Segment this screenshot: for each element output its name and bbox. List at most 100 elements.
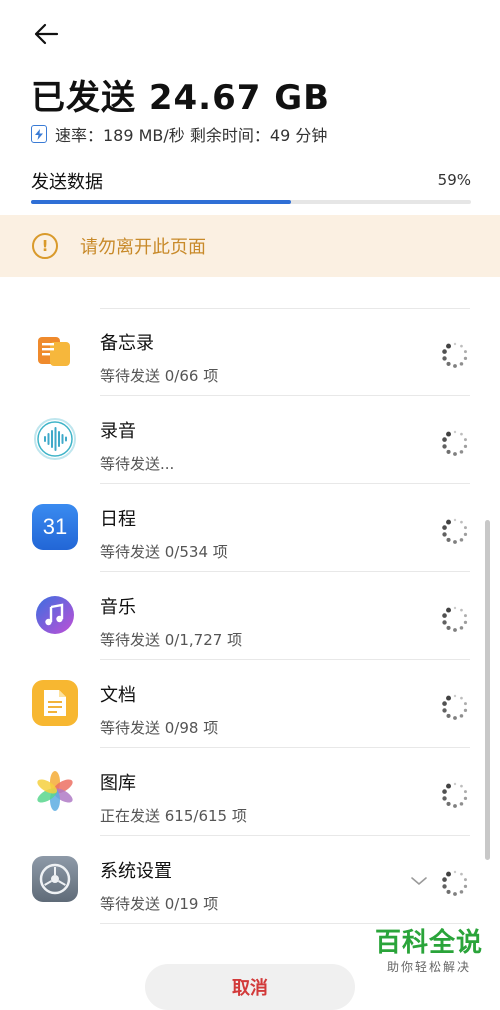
settings-icon xyxy=(32,856,78,902)
item-status: 等待发送 0/19 项 xyxy=(100,895,219,913)
gallery-icon xyxy=(32,768,78,814)
spinner-dot xyxy=(460,872,463,876)
spinner-dot xyxy=(463,438,467,442)
spinner-dot xyxy=(442,701,447,706)
spinner-dot xyxy=(463,878,467,882)
list-item[interactable]: 录音 等待发送... xyxy=(0,396,500,484)
notes-icon xyxy=(32,328,78,374)
loading-spinner-icon xyxy=(442,606,468,632)
spinner-dot xyxy=(442,356,447,361)
list-item[interactable]: 音乐 等待发送 0/1,727 项 xyxy=(0,572,500,660)
spinner-dot xyxy=(463,532,468,537)
spinner-dot xyxy=(442,349,447,354)
progress-label: 发送数据 xyxy=(31,172,103,193)
spinner-dot xyxy=(460,608,463,612)
back-arrow-icon xyxy=(34,23,59,45)
spinner-dot xyxy=(446,695,451,701)
list-item[interactable]: 备忘录 等待发送 0/66 项 xyxy=(0,308,500,396)
spinner-dot xyxy=(459,362,464,366)
speed-remaining-text: 速率：189 MB/秒 剩余时间：49 分钟 xyxy=(55,126,328,145)
spinner-dot xyxy=(446,889,451,894)
spinner-dot xyxy=(446,783,451,789)
spinner-dot xyxy=(442,525,447,530)
item-status: 等待发送 0/534 项 xyxy=(100,543,228,561)
spinner-dot xyxy=(463,620,468,625)
spinner-dot xyxy=(459,538,464,542)
page-title: 已发送 24.67 GB xyxy=(31,78,331,118)
spinner-dot xyxy=(446,519,451,525)
spinner-dot xyxy=(453,540,457,544)
spinner-dot xyxy=(463,526,467,530)
spinner-dot xyxy=(453,716,457,720)
spinner-dot xyxy=(446,537,451,542)
spinner-dot xyxy=(446,713,451,718)
warning-icon: ! xyxy=(32,233,58,259)
spinner-dot xyxy=(460,696,463,700)
item-name: 备忘录 xyxy=(100,333,154,354)
list-item[interactable]: 文档 等待发送 0/98 项 xyxy=(0,660,500,748)
item-status: 等待发送 0/66 项 xyxy=(100,367,219,385)
item-status: 等待发送 0/1,727 项 xyxy=(100,631,243,649)
spinner-dot xyxy=(460,784,463,788)
cancel-button[interactable]: 取消 xyxy=(145,964,355,1010)
progress-fill xyxy=(31,200,291,204)
spinner-dot xyxy=(463,444,468,449)
spinner-dot xyxy=(442,437,447,442)
back-button[interactable] xyxy=(28,16,64,52)
spinner-dot xyxy=(459,450,464,454)
spinner-dot xyxy=(453,364,457,368)
spinner-dot xyxy=(453,870,457,874)
spinner-dot xyxy=(460,432,463,436)
spinner-dot xyxy=(442,884,447,889)
spinner-dot xyxy=(442,708,447,713)
spinner-dot xyxy=(453,804,457,808)
loading-spinner-icon xyxy=(442,694,468,720)
watermark-tagline: 助你轻松解决 xyxy=(387,960,472,974)
spinner-dot xyxy=(459,802,464,806)
spinner-dot xyxy=(453,342,457,346)
item-name: 录音 xyxy=(100,421,136,442)
item-status: 正在发送 615/615 项 xyxy=(100,807,247,825)
item-status: 等待发送 0/98 项 xyxy=(100,719,219,737)
spinner-dot xyxy=(442,613,447,618)
spinner-dot xyxy=(442,620,447,625)
spinner-dot xyxy=(463,614,467,618)
spinner-dot xyxy=(446,431,451,437)
spinner-dot xyxy=(453,518,457,522)
spinner-dot xyxy=(463,884,468,889)
spinner-dot xyxy=(453,452,457,456)
list-item[interactable]: 31 日程 等待发送 0/534 项 xyxy=(0,484,500,572)
calendar-day-text: 31 xyxy=(42,514,68,539)
loading-spinner-icon xyxy=(442,870,468,896)
recorder-icon xyxy=(32,416,78,462)
spinner-dot xyxy=(442,789,447,794)
warning-text: 请勿离开此页面 xyxy=(80,237,206,258)
item-name: 文档 xyxy=(100,685,136,706)
spinner-dot xyxy=(453,628,457,632)
spinner-dot xyxy=(442,877,447,882)
spinner-dot xyxy=(460,344,463,348)
warning-banner: ! 请勿离开此页面 xyxy=(0,215,500,277)
speed-bolt-icon xyxy=(31,125,47,143)
spinner-dot xyxy=(460,520,463,524)
item-name: 音乐 xyxy=(100,597,136,618)
spinner-dot xyxy=(453,782,457,786)
chevron-down-icon[interactable] xyxy=(410,874,428,888)
item-status: 等待发送... xyxy=(100,455,175,473)
music-icon xyxy=(32,592,78,638)
watermark-brand: 百科全说 xyxy=(375,928,484,958)
transfer-meta: 速率：189 MB/秒 剩余时间：49 分钟 xyxy=(31,122,327,146)
spinner-dot xyxy=(453,892,457,896)
spinner-dot xyxy=(453,694,457,698)
spinner-dot xyxy=(459,714,464,718)
watermark-logo: 百科全说 助你轻松解决 xyxy=(375,928,483,975)
scrollbar[interactable] xyxy=(485,520,490,860)
spinner-dot xyxy=(446,361,451,366)
progress-header: 发送数据 59% xyxy=(31,168,471,194)
item-name: 日程 xyxy=(100,509,136,530)
spinner-dot xyxy=(463,796,468,801)
list-item[interactable]: 图库 正在发送 615/615 项 xyxy=(0,748,500,836)
list-item[interactable]: 系统设置 等待发送 0/19 项 xyxy=(0,836,500,924)
spinner-dot xyxy=(453,430,457,434)
spinner-dot xyxy=(446,343,451,349)
